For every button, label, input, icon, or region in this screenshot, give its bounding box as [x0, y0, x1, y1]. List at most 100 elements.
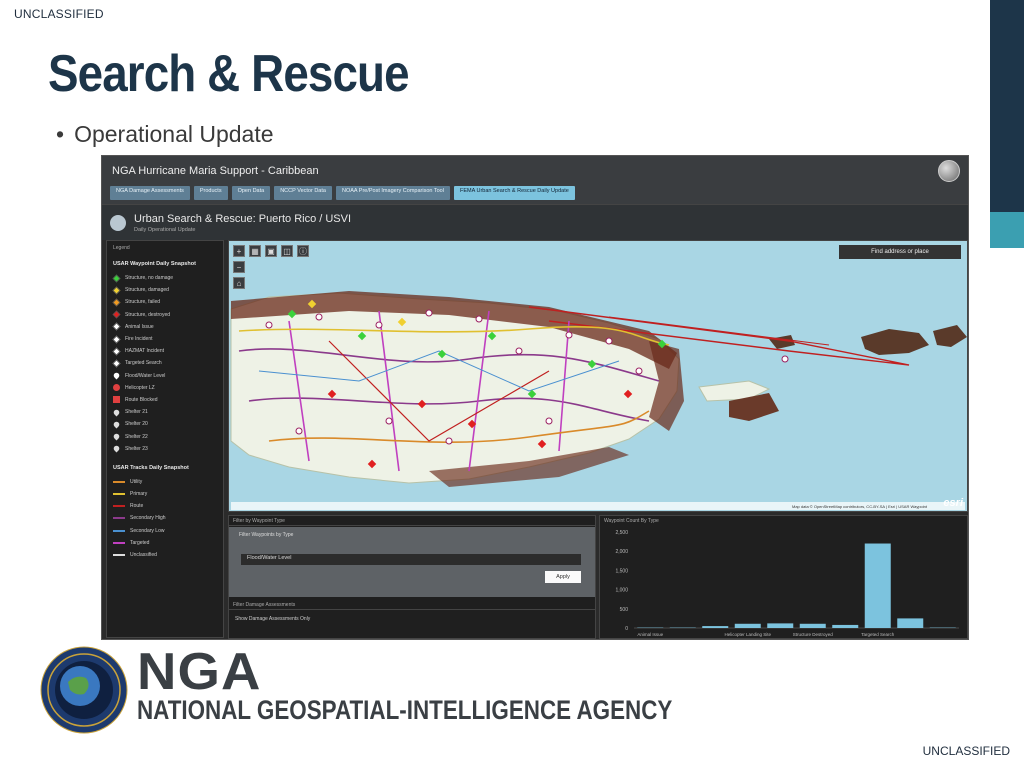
legend-symbol-icon: [112, 335, 121, 343]
legend-waypoint-list: Structure, no damage Structure, damaged St…: [112, 272, 217, 455]
legend-item-label: Targeted Search: [125, 360, 162, 367]
legend-track-item: Targeted: [113, 537, 217, 549]
nga-full-name: NATIONAL GEOSPATIAL-INTELLIGENCE AGENCY: [137, 695, 673, 725]
layers-button[interactable]: ◫: [281, 245, 293, 257]
st-thomas-landmass: [861, 329, 929, 355]
legend-symbol-icon: [112, 347, 121, 356]
chart-y-tick-label: 1,000: [615, 588, 628, 594]
legend-waypoint-item: Animal Issue: [112, 321, 217, 333]
legend-symbol-icon: [112, 310, 121, 319]
legend-line-icon: [113, 493, 125, 496]
page-subtitle: Daily Operational Update: [134, 226, 196, 233]
legend-line-icon: [113, 541, 125, 544]
chart-bar: [897, 618, 924, 628]
legend-line-icon: [113, 480, 125, 483]
legend-line-icon: [113, 529, 125, 532]
map-attribution: Map data © OpenStreetMap contributors, C…: [231, 502, 965, 510]
chart-y-tick-label: 0: [625, 626, 628, 632]
legend-item-label: Structure, failed: [125, 299, 161, 306]
legend-track-item: Unclassified: [113, 549, 217, 561]
legend-item-label: Route: [130, 503, 144, 510]
legend-symbol-icon: [112, 432, 121, 441]
legend-track-list: Utility Primary Route Secondary High Seconda…: [113, 476, 217, 561]
filter-panel-title: Filter by Waypoint Type: [229, 516, 595, 526]
legend-waypoint-item: Structure, no damage: [112, 272, 217, 284]
legend-item-label: Structure, damaged: [125, 287, 169, 294]
globe-icon[interactable]: [938, 160, 960, 182]
waypoint-count-chart: 0 500 1,000 1,500 2,000 2,500 Animal Issue Heli…: [615, 530, 959, 637]
legend-symbol-icon: [112, 359, 121, 368]
bullet-dot: •: [56, 121, 65, 147]
legend-item-label: Structure, no damage: [125, 275, 174, 282]
map-search-input[interactable]: Find address or place: [839, 245, 961, 259]
tab-imagery-comparison[interactable]: NOAA Pre/Post Imagery Comparison Tool: [335, 186, 450, 200]
nga-seal-icon: [40, 646, 128, 734]
page-title: Urban Search & Rescue: Puerto Rico / USV…: [134, 212, 352, 225]
chart-bar: [799, 623, 826, 628]
chart-x-tick-label: Targeted Search: [861, 632, 895, 637]
tab-products[interactable]: Products: [193, 186, 228, 200]
legend-waypoint-item: Shelter 21: [112, 406, 217, 418]
legend-section-tracks: USAR Tracks Daily Snapshot: [113, 464, 189, 471]
tab-open-data[interactable]: Open Data: [231, 186, 271, 200]
nga-acronym: NGA: [137, 643, 262, 701]
page-header-text: Urban Search & Rescue: Puerto Rico / USV…: [134, 213, 351, 233]
zoom-in-button[interactable]: +: [233, 245, 245, 257]
chart-x-tick-label: Structure Destroyed: [793, 632, 834, 637]
legend-symbol-icon: [112, 420, 121, 429]
waypoint-type-select[interactable]: Flood/Water Level: [241, 554, 581, 565]
legend-track-item: Utility: [113, 476, 217, 488]
zoom-out-button[interactable]: −: [233, 261, 245, 273]
chart-bar: [767, 623, 794, 628]
map-view[interactable]: + ▦ ▣ ◫ ⓘ − ⌂ Find address or place Map …: [228, 240, 968, 512]
legend-track-item: Secondary High: [113, 512, 217, 524]
app-header: NGA Hurricane Maria Support - Caribbean: [102, 156, 968, 186]
legend-waypoint-item: Shelter 20: [112, 418, 217, 430]
legend-waypoint-item: Structure, damaged: [112, 284, 217, 296]
legend-item-label: Fire Incident: [125, 336, 153, 343]
page-header: Urban Search & Rescue: Puerto Rico / USV…: [102, 204, 968, 240]
legend-item-label: HAZMAT Incident: [125, 348, 164, 355]
basemap-button[interactable]: ▦: [249, 245, 261, 257]
legend-item-label: Utility: [130, 478, 143, 485]
legend-item-label: Shelter 23: [125, 445, 148, 452]
map-toolbar: + ▦ ▣ ◫ ⓘ: [233, 245, 309, 257]
apply-button[interactable]: Apply: [545, 571, 581, 583]
legend-item-label: Primary: [130, 491, 148, 498]
chart-panel: Waypoint Count By Type 0 500 1,000 1,500 2,0…: [599, 515, 968, 639]
app-title: NGA Hurricane Maria Support - Caribbean: [112, 165, 319, 177]
legend-item-label: Flood/Water Level: [125, 372, 166, 379]
accent-bar-dark: [990, 0, 1024, 212]
legend-line-icon: [113, 517, 125, 520]
chart-y-tick-label: 1,500: [615, 568, 628, 574]
chart-bar: [832, 624, 859, 628]
legend-symbol-icon: [112, 371, 121, 380]
home-icon[interactable]: ⌂: [233, 277, 245, 289]
damage-filter-row[interactable]: Show Damage Assessments Only: [235, 616, 310, 622]
legend-waypoint-item: Targeted Search: [112, 357, 217, 369]
tab-vector-data[interactable]: NCCP Vector Data: [274, 186, 332, 200]
legend-section-waypoints: USAR Waypoint Daily Snapshot: [113, 261, 196, 267]
legend-symbol-icon: [113, 384, 120, 392]
legend-waypoint-item: Flood/Water Level: [112, 370, 217, 382]
tab-damage-assessments[interactable]: NGA Damage Assessments: [110, 186, 190, 200]
legend-symbol-icon: [112, 444, 121, 453]
legend-line-icon: [113, 554, 125, 557]
st-john-landmass: [933, 325, 967, 347]
info-button[interactable]: ⓘ: [297, 245, 309, 257]
legend-line-icon: [113, 505, 125, 508]
legend-item-label: Shelter 21: [125, 409, 148, 416]
legend-item-label: Route Blocked: [125, 396, 158, 403]
legend-waypoint-item: Route Blocked: [113, 394, 217, 406]
legend-item-label: Secondary Low: [130, 527, 165, 534]
chart-bar: [702, 626, 729, 628]
print-button[interactable]: ▣: [265, 245, 277, 257]
legend-waypoint-item: Shelter 22: [112, 430, 217, 442]
filter-panel: Filter by Waypoint Type Filter Waypoints…: [228, 515, 596, 639]
chart-y-tick-label: 2,000: [615, 549, 628, 555]
tab-usar-update[interactable]: FEMA Urban Search & Rescue Daily Update: [453, 186, 575, 200]
usar-logo-icon: [110, 214, 126, 231]
chart-x-tick-label: Animal Issue: [637, 632, 663, 637]
legend-title: Legend: [113, 245, 130, 251]
legend-symbol-icon: [112, 298, 121, 307]
